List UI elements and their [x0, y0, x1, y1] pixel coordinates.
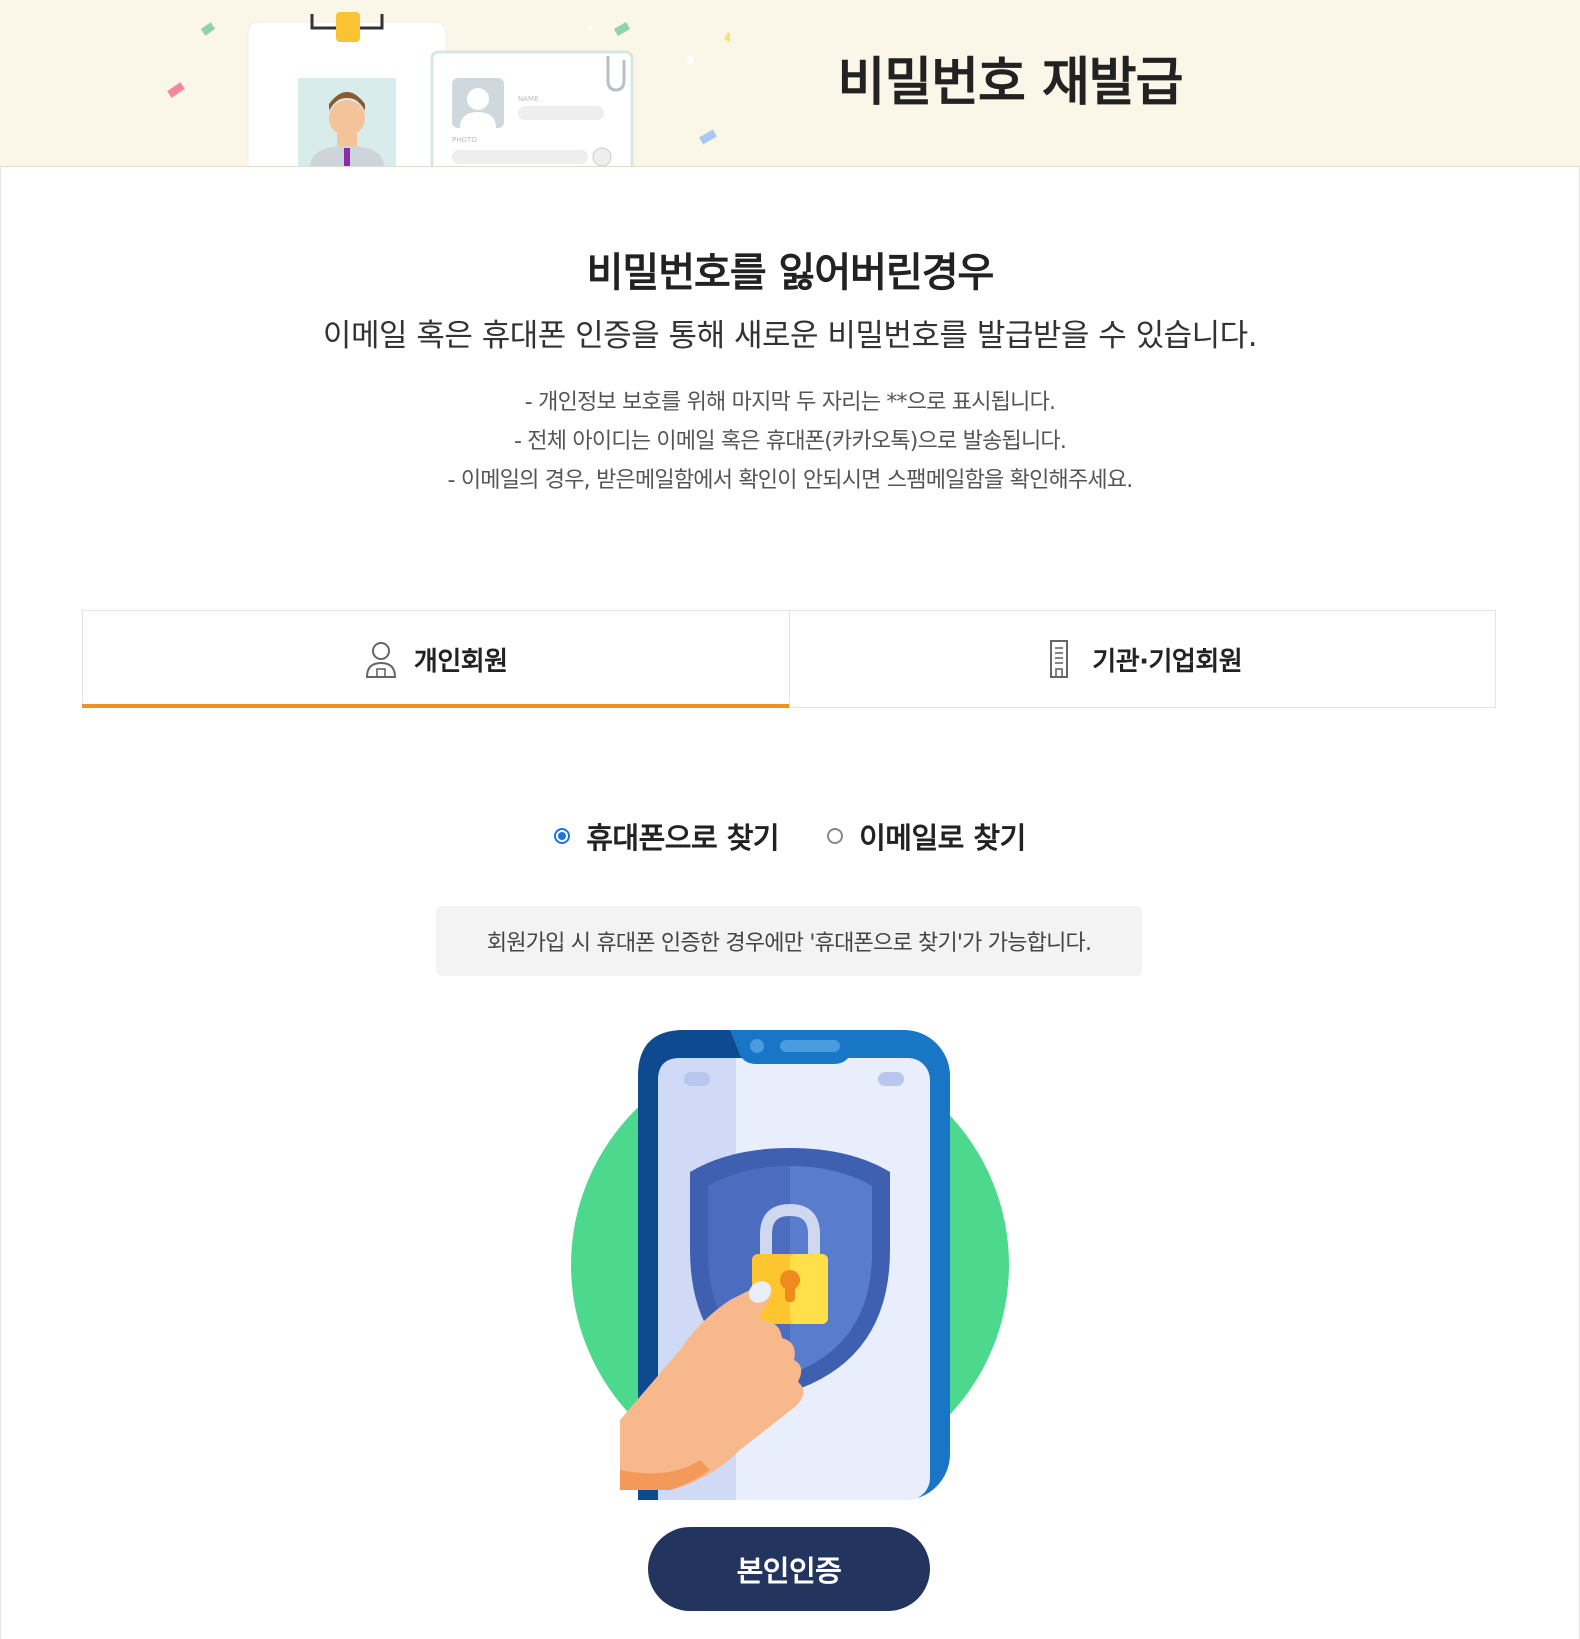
- header-banner: NAME PHOTO 비밀번호 재발급: [0, 0, 1580, 167]
- note-item: - 이메일의 경우, 받은메일함에서 확인이 안되시면 스팸메일함을 확인해주세…: [447, 468, 1134, 493]
- phone-security-illustration: [571, 1030, 1009, 1500]
- radio-label: 이메일로 찾기: [859, 821, 1026, 855]
- search-method-radio-group: 휴대폰으로 찾기 이메일로 찾기: [0, 815, 1580, 857]
- tab-label: 개인회원: [413, 646, 508, 677]
- tab-label: 기관·기업회원: [1092, 646, 1243, 677]
- note-item: - 개인정보 보호를 위해 마지막 두 자리는 **으로 표시됩니다.: [524, 390, 1056, 415]
- radio-find-by-email[interactable]: 이메일로 찾기: [827, 815, 1026, 857]
- intro-description: 이메일 혹은 휴대폰 인증을 통해 새로운 비밀번호를 발급받을 수 있습니다.: [322, 318, 1258, 354]
- person-icon: [365, 642, 396, 678]
- notes-list: - 개인정보 보호를 위해 마지막 두 자리는 **으로 표시됩니다. - 전체…: [0, 383, 1580, 500]
- page-title: 비밀번호 재발급: [837, 53, 1184, 113]
- intro-section: 비밀번호를 잃어버린경우 이메일 혹은 휴대폰 인증을 통해 새로운 비밀번호를…: [0, 240, 1580, 355]
- svg-text:NAME: NAME: [518, 95, 539, 103]
- info-message-box: 회원가입 시 휴대폰 인증한 경우에만 '휴대폰으로 찾기'가 가능합니다.: [436, 906, 1142, 976]
- id-card-illustration: NAME PHOTO: [167, 12, 730, 166]
- identity-verification-button[interactable]: 본인인증: [648, 1527, 930, 1611]
- tab-organization-member[interactable]: 기관·기업회원: [788, 611, 1496, 707]
- building-icon: [1050, 640, 1069, 678]
- note-item: - 전체 아이디는 이메일 혹은 휴대폰(카카오톡)으로 발송됩니다.: [513, 429, 1067, 454]
- svg-text:PHOTO: PHOTO: [452, 136, 477, 144]
- radio-button[interactable]: [827, 828, 844, 844]
- radio-find-by-phone[interactable]: 휴대폰으로 찾기: [554, 815, 780, 857]
- radio-button-checked[interactable]: [554, 828, 571, 844]
- intro-heading: 비밀번호를 잃어버린경우: [586, 250, 995, 296]
- tab-personal-member[interactable]: 개인회원: [82, 611, 789, 708]
- member-type-tabs: 개인회원 기관·기업회원: [82, 610, 1496, 708]
- radio-label: 휴대폰으로 찾기: [586, 821, 780, 855]
